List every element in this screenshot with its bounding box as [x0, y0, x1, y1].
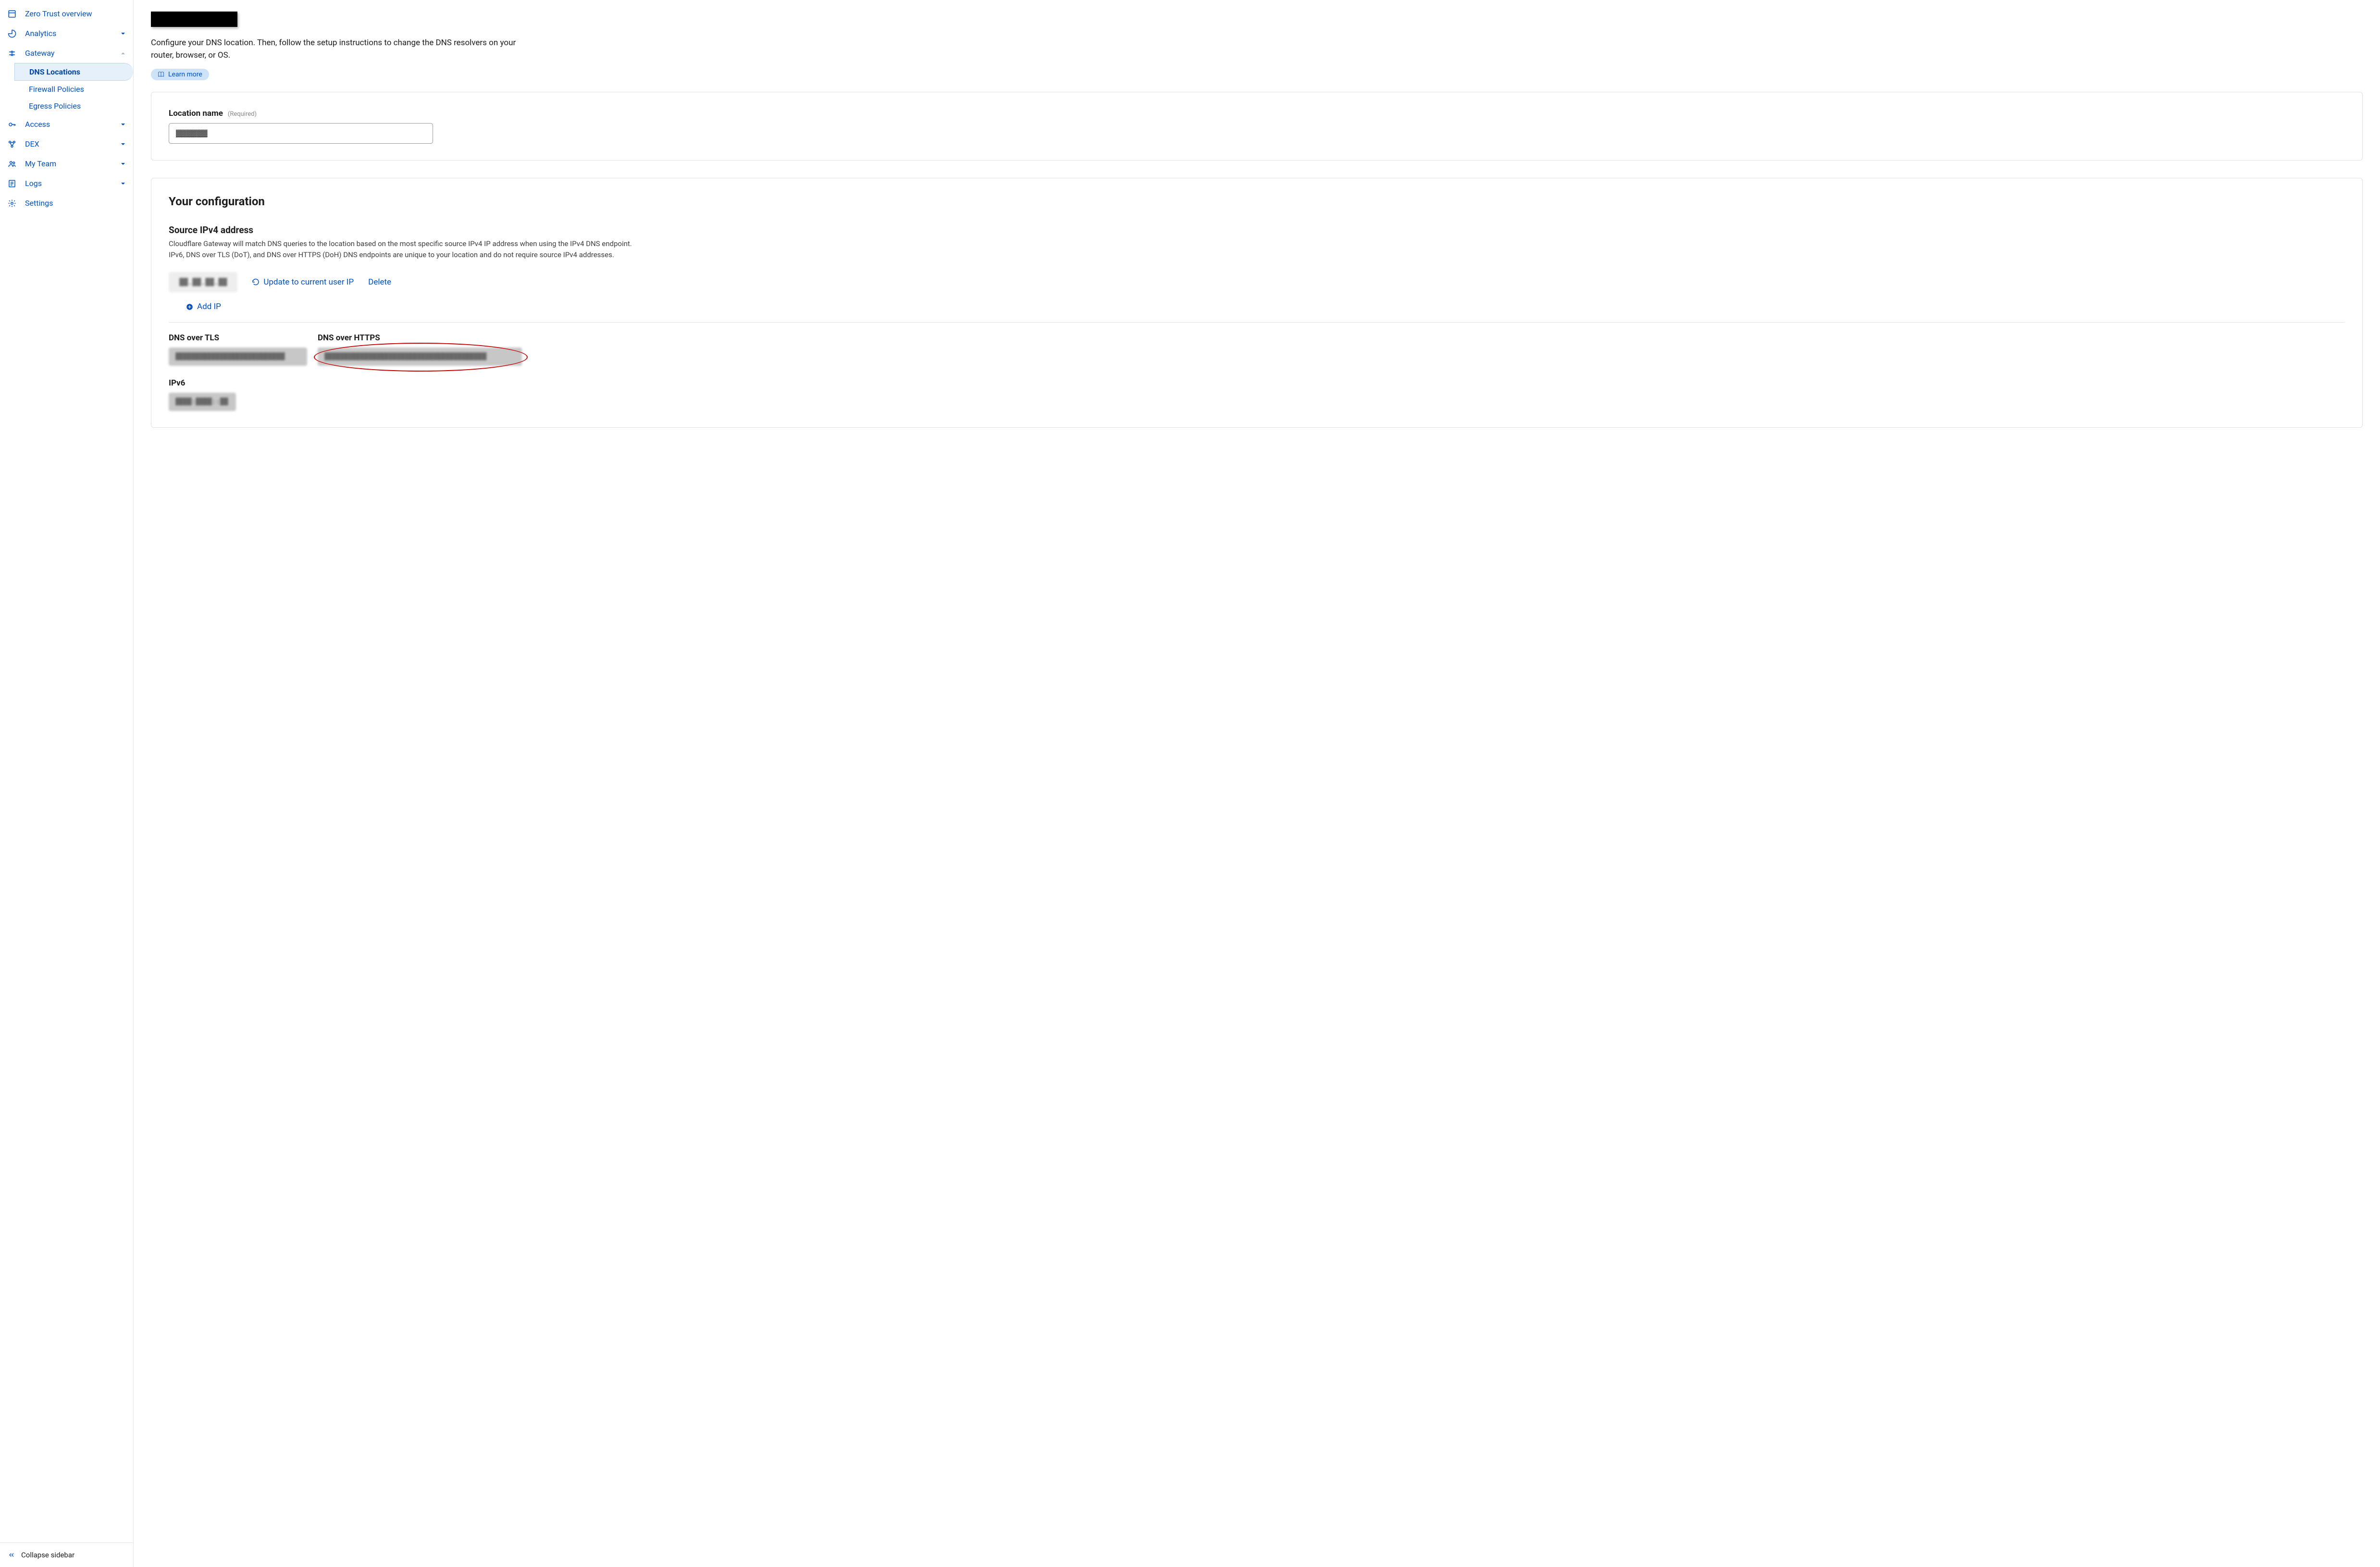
sidebar-item-logs[interactable]: Logs	[0, 174, 133, 193]
location-name-label: Location name (Required)	[169, 109, 2345, 118]
gear-icon	[8, 199, 16, 208]
sidebar-item-label: DNS Locations	[29, 67, 80, 76]
sidebar-item-firewall-policies[interactable]: Firewall Policies	[14, 81, 133, 98]
add-ip-label: Add IP	[197, 302, 221, 311]
update-ip-label: Update to current user IP	[263, 277, 354, 287]
gateway-subitems: DNS Locations Firewall Policies Egress P…	[0, 63, 133, 114]
sidebar-item-analytics[interactable]: Analytics	[0, 24, 133, 43]
configuration-card: Your configuration Source IPv4 address C…	[151, 178, 2363, 428]
dot-value: ▓▓▓▓▓▓▓▓▓▓▓▓▓▓▓▓▓▓▓▓▓▓▓▓▓▓▓	[169, 348, 307, 366]
learn-more-label: Learn more	[168, 71, 202, 78]
collapse-sidebar-label: Collapse sidebar	[21, 1551, 74, 1559]
chevron-down-icon	[121, 162, 125, 166]
dashboard-icon	[8, 10, 16, 18]
chevron-up-icon	[121, 51, 125, 56]
collapse-sidebar-button[interactable]: Collapse sidebar	[0, 1542, 133, 1567]
logs-icon	[8, 179, 16, 188]
chevron-down-icon	[121, 122, 125, 127]
redacted-title	[151, 12, 237, 27]
access-icon	[8, 120, 16, 129]
gateway-icon	[8, 49, 16, 58]
sidebar-item-zero-trust-overview[interactable]: Zero Trust overview	[0, 4, 133, 24]
chevron-down-icon	[121, 142, 125, 147]
delete-ip-label: Delete	[368, 277, 391, 287]
chevron-down-icon	[121, 181, 125, 186]
source-ipv4-title: Source IPv4 address	[169, 224, 2345, 236]
sidebar-item-label: Firewall Policies	[29, 85, 84, 94]
sidebar-item-gateway[interactable]: Gateway	[0, 43, 133, 63]
configuration-title: Your configuration	[169, 195, 2345, 208]
doh-label: DNS over HTTPS	[318, 333, 522, 343]
book-icon	[158, 71, 164, 78]
sidebar-item-dns-locations[interactable]: DNS Locations	[14, 63, 133, 81]
divider	[169, 322, 2345, 323]
dot-column: DNS over TLS ▓▓▓▓▓▓▓▓▓▓▓▓▓▓▓▓▓▓▓▓▓▓▓▓▓▓▓	[169, 333, 307, 366]
plus-circle-icon	[186, 303, 193, 311]
ip-row: ▓▓.▓▓.▓▓.▓▓ Update to current user IP De…	[169, 272, 2345, 292]
source-ip-value: ▓▓.▓▓.▓▓.▓▓	[169, 272, 237, 292]
sidebar-item-label: Logs	[25, 179, 112, 188]
sidebar-item-my-team[interactable]: My Team	[0, 154, 133, 174]
refresh-icon	[252, 278, 260, 286]
page-description: Configure your DNS location. Then, follo…	[151, 37, 526, 62]
chevron-down-icon	[121, 31, 125, 36]
sidebar-item-settings[interactable]: Settings	[0, 193, 133, 213]
location-name-card: Location name (Required)	[151, 92, 2363, 161]
sidebar: Zero Trust overview Analytics Gateway	[0, 0, 134, 1567]
sidebar-item-label: DEX	[25, 139, 112, 149]
sidebar-item-label: Gateway	[25, 49, 112, 58]
sidebar-item-dex[interactable]: DEX	[0, 134, 133, 154]
ipv6-value: ▓▓▓▓:▓▓▓▓::▓▓	[169, 393, 236, 411]
sidebar-item-egress-policies[interactable]: Egress Policies	[14, 98, 133, 114]
sidebar-nav: Zero Trust overview Analytics Gateway	[0, 0, 133, 1542]
main-content: Configure your DNS location. Then, follo…	[134, 0, 2380, 1567]
analytics-icon	[8, 29, 16, 38]
ipv6-label: IPv6	[169, 378, 2345, 388]
team-icon	[8, 160, 16, 168]
source-ipv4-description: Cloudflare Gateway will match DNS querie…	[169, 238, 645, 261]
learn-more-link[interactable]: Learn more	[151, 69, 209, 80]
dex-icon	[8, 140, 16, 149]
sidebar-item-label: Analytics	[25, 29, 112, 38]
protocol-grid: DNS over TLS ▓▓▓▓▓▓▓▓▓▓▓▓▓▓▓▓▓▓▓▓▓▓▓▓▓▓▓…	[169, 333, 2345, 366]
location-name-input[interactable]	[169, 123, 433, 144]
sidebar-item-label: Zero Trust overview	[25, 9, 125, 18]
sidebar-item-label: Egress Policies	[29, 101, 81, 111]
delete-ip-button[interactable]: Delete	[368, 277, 391, 287]
sidebar-item-label: Settings	[25, 199, 125, 208]
doh-value: ▓▓▓▓▓▓▓▓▓▓▓▓▓▓▓▓▓▓▓▓▓▓▓▓▓▓▓▓▓▓▓▓▓▓▓▓▓▓▓▓	[318, 348, 522, 366]
update-ip-button[interactable]: Update to current user IP	[252, 277, 354, 287]
doh-column: DNS over HTTPS ▓▓▓▓▓▓▓▓▓▓▓▓▓▓▓▓▓▓▓▓▓▓▓▓▓…	[318, 333, 522, 366]
add-ip-button[interactable]: Add IP	[186, 302, 221, 311]
sidebar-item-access[interactable]: Access	[0, 114, 133, 134]
sidebar-item-label: My Team	[25, 159, 112, 168]
dot-label: DNS over TLS	[169, 333, 307, 343]
ipv6-section: IPv6 ▓▓▓▓:▓▓▓▓::▓▓	[169, 378, 2345, 411]
chevrons-left-icon	[8, 1551, 15, 1559]
sidebar-item-label: Access	[25, 120, 112, 129]
required-label: (Required)	[228, 111, 257, 118]
